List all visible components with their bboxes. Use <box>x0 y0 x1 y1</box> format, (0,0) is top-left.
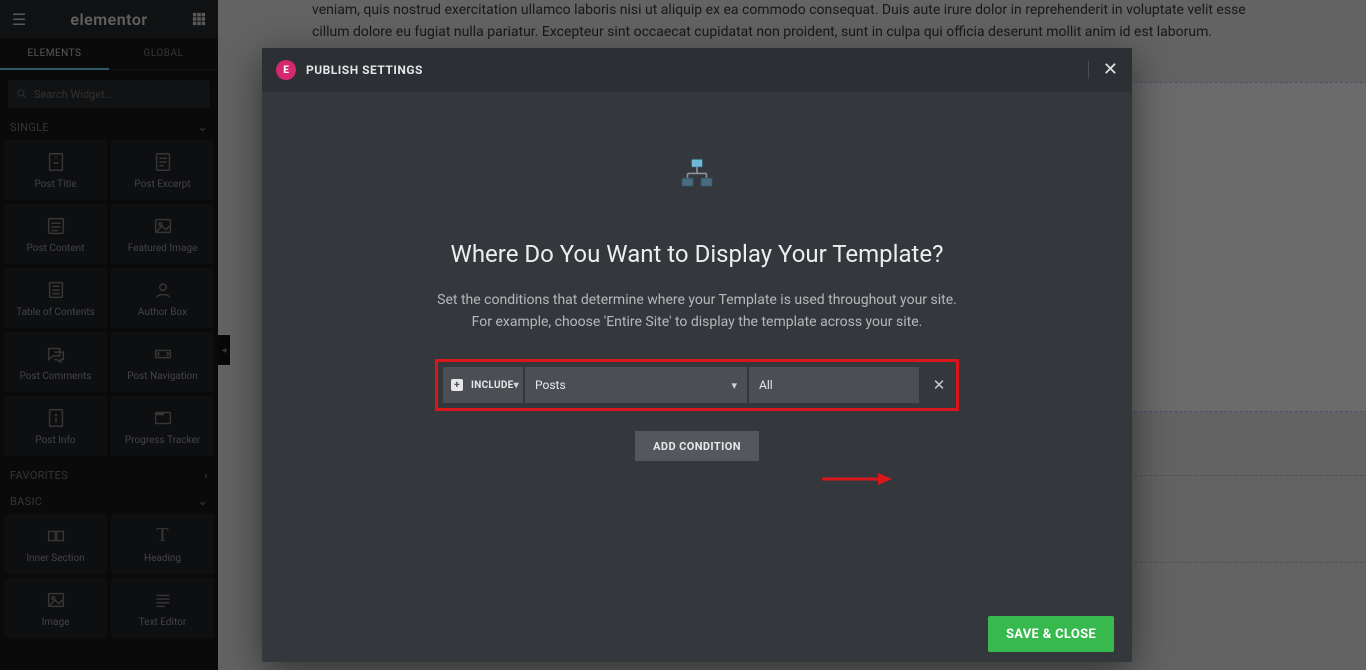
condition-mode-label: INCLUDE <box>471 380 514 391</box>
modal-title: PUBLISH SETTINGS <box>306 63 423 77</box>
caret-down-icon: ▾ <box>731 379 737 392</box>
modal-heading: Where Do You Want to Display Your Templa… <box>451 240 944 268</box>
caret-down-icon: ▾ <box>514 380 519 391</box>
modal-subtext-2: For example, choose 'Entire Site' to dis… <box>437 312 957 334</box>
condition-row-wrap: + INCLUDE ▾ Posts ▾ All ✕ <box>443 367 951 403</box>
condition-scope-select[interactable]: All <box>749 367 919 403</box>
condition-mode-select[interactable]: + INCLUDE ▾ <box>443 367 523 403</box>
modal-subtext-1: Set the conditions that determine where … <box>437 290 957 312</box>
condition-type-value: Posts <box>535 378 566 392</box>
plus-icon: + <box>451 379 463 391</box>
conditions-hero-icon <box>678 156 716 194</box>
add-condition-button[interactable]: ADD CONDITION <box>635 431 759 461</box>
elementor-logo-icon: E <box>276 60 296 80</box>
close-icon[interactable]: ✕ <box>1088 61 1118 79</box>
condition-scope-value: All <box>759 378 773 392</box>
save-and-close-button[interactable]: SAVE & CLOSE <box>988 616 1114 652</box>
publish-settings-modal: E PUBLISH SETTINGS ✕ Where Do You Want t… <box>262 48 1132 662</box>
remove-condition-icon[interactable]: ✕ <box>927 367 951 403</box>
condition-type-select[interactable]: Posts ▾ <box>525 367 747 403</box>
